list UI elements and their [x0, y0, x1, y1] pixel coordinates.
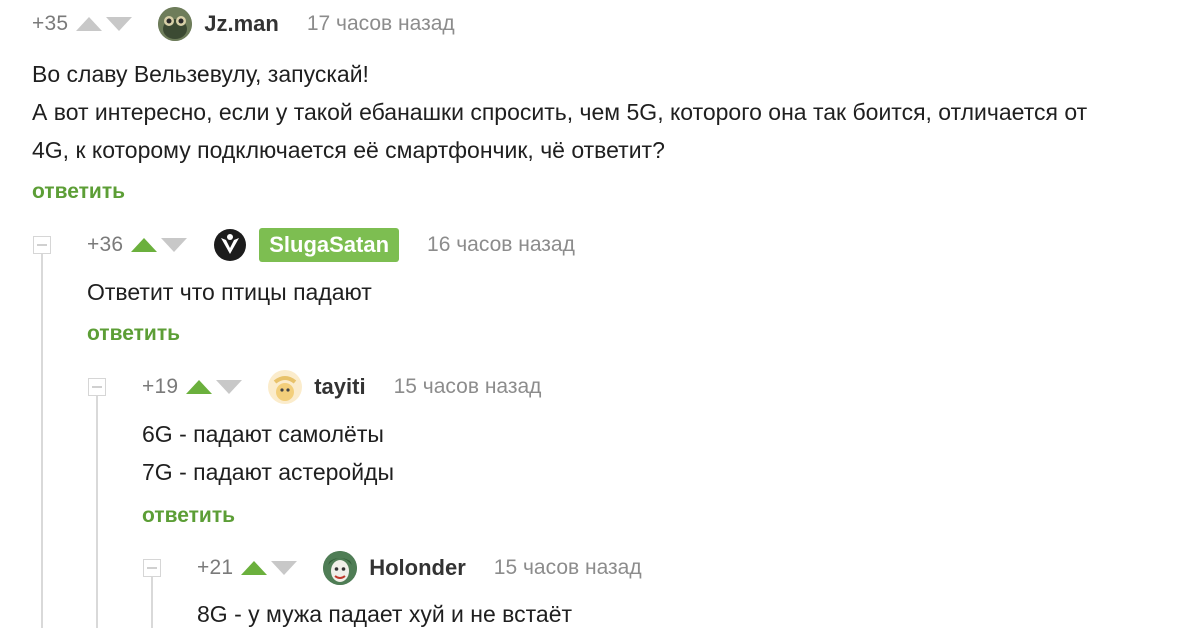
downvote-icon[interactable]: [271, 561, 298, 575]
comment-rating: +35: [32, 12, 69, 35]
collapse-toggle[interactable]: [143, 559, 161, 577]
comment-text: 6G - падают самолёты 7G - падают астерой…: [142, 415, 394, 491]
comment-rating: +21: [197, 556, 234, 579]
downvote-icon[interactable]: [106, 17, 133, 31]
comment-text: 8G - у мужа падает хуй и не встаёт: [197, 595, 572, 633]
timestamp[interactable]: 15 часов назад: [494, 556, 642, 580]
timestamp[interactable]: 17 часов назад: [307, 12, 455, 36]
upvote-icon[interactable]: [131, 238, 158, 252]
avatar[interactable]: [268, 370, 303, 404]
username[interactable]: tayiti: [314, 374, 365, 400]
comment-header: +35 Jz.man 17 часов назад: [32, 4, 455, 44]
comment-text: Во славу Вельзевулу, запускай! А вот инт…: [32, 55, 1192, 169]
comment-text: Ответит что птицы падают: [87, 273, 372, 311]
timestamp[interactable]: 15 часов назад: [394, 375, 542, 399]
comment-line: 6G - падают самолёты: [142, 421, 384, 447]
username[interactable]: Holonder: [369, 555, 466, 581]
reply-link[interactable]: ответить: [87, 322, 180, 346]
comment-rating: +19: [142, 375, 179, 398]
timestamp[interactable]: 16 часов назад: [427, 233, 575, 257]
upvote-icon[interactable]: [76, 17, 103, 31]
username[interactable]: Jz.man: [204, 11, 279, 37]
comment-line: Во славу Вельзевулу, запускай!: [32, 61, 369, 87]
username[interactable]: SlugaSatan: [259, 228, 400, 262]
comment-line: 7G - падают астеройды: [142, 459, 394, 485]
reply-link[interactable]: ответить: [142, 504, 235, 528]
comment-header: +36 SlugaSatan 16 часов назад: [87, 225, 575, 265]
downvote-icon[interactable]: [161, 238, 188, 252]
comment-line: 8G - у мужа падает хуй и не встаёт: [197, 601, 573, 627]
comment-header: +21 Holonder 15 часов назад: [197, 548, 642, 588]
comment-line: Ответит что птицы падают: [87, 279, 372, 305]
avatar[interactable]: [158, 7, 193, 41]
comment-rating: +36: [87, 233, 124, 256]
avatar[interactable]: [323, 551, 358, 585]
reply-link[interactable]: ответить: [32, 180, 125, 204]
thread-line-level-2: [96, 396, 98, 628]
upvote-icon[interactable]: [186, 380, 213, 394]
upvote-icon[interactable]: [241, 561, 268, 575]
comment-header: +19 tayiti 15 часов назад: [142, 367, 541, 407]
downvote-icon[interactable]: [216, 380, 243, 394]
avatar[interactable]: [213, 228, 248, 262]
comment-line: 4G, к которому подключается её смартфонч…: [32, 137, 665, 163]
comment-line: А вот интересно, если у такой ебанашки с…: [32, 99, 1088, 125]
collapse-toggle[interactable]: [88, 378, 106, 396]
collapse-toggle[interactable]: [33, 236, 51, 254]
thread-line-level-3: [151, 577, 153, 628]
thread-line-level-1: [41, 254, 43, 628]
